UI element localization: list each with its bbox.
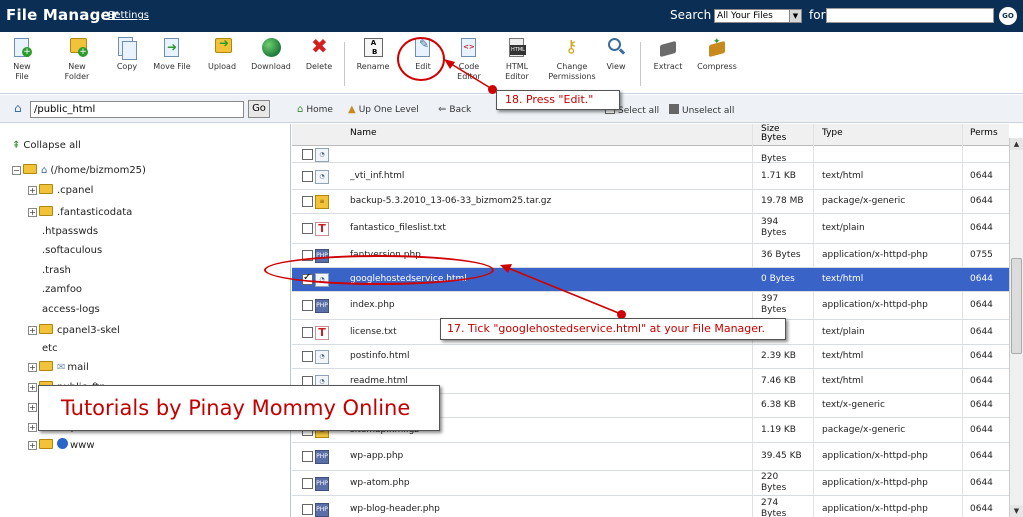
arrow-to-edit: [447, 61, 493, 90]
tutorial-credit-banner: Tutorials by Pinay Mommy Online: [38, 385, 440, 431]
step-17-callout: 17. Tick "googlehostedservice.html" at y…: [440, 318, 786, 340]
annotation-arrows: [444, 59, 622, 315]
arrow-to-row: [507, 267, 622, 315]
row-highlight-ellipse: [264, 255, 494, 285]
step-18-callout: 18. Press "Edit.": [496, 90, 620, 110]
screenshot-root: File Manager Settings Search All Your Fi…: [0, 0, 1023, 517]
edit-highlight-ellipse: [397, 37, 445, 81]
arrowhead-edit: [444, 59, 455, 69]
